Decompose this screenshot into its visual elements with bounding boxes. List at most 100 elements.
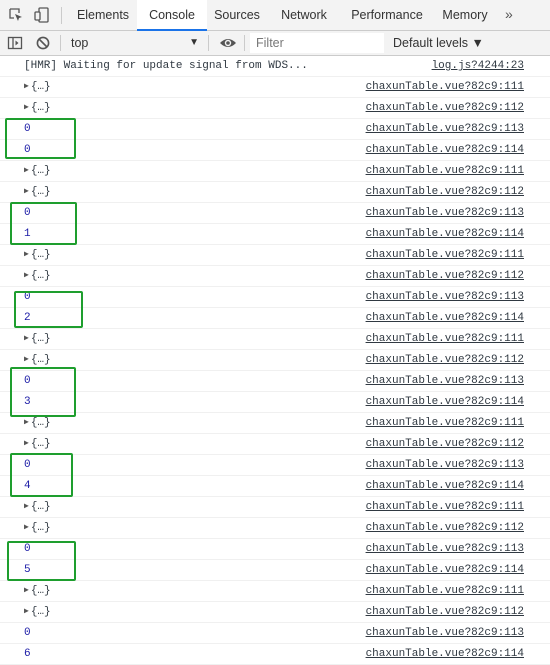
device-toolbar-icon[interactable] — [34, 7, 50, 23]
expand-triangle-icon[interactable]: ▶ — [24, 354, 29, 364]
tab-sources[interactable]: Sources — [208, 0, 266, 30]
source-link[interactable]: chaxunTable.vue?82c9:113 — [366, 291, 524, 303]
tab-network[interactable]: Network — [273, 0, 335, 30]
source-link[interactable]: chaxunTable.vue?82c9:111 — [366, 165, 524, 177]
source-link[interactable]: chaxunTable.vue?82c9:112 — [366, 606, 524, 618]
source-link[interactable]: chaxunTable.vue?82c9:112 — [366, 270, 524, 282]
tab-performance[interactable]: Performance — [343, 0, 431, 30]
source-link[interactable]: chaxunTable.vue?82c9:114 — [366, 480, 524, 492]
console-row: ▶ {…} chaxunTable.vue?82c9:111 — [0, 497, 550, 518]
console-object-preview[interactable]: {…} — [31, 417, 51, 429]
filter-input[interactable] — [250, 33, 384, 53]
console-message-wrap: ▶ {…} — [24, 165, 51, 177]
console-row: 4 chaxunTable.vue?82c9:114 — [0, 476, 550, 497]
tab-elements[interactable]: Elements — [70, 0, 136, 30]
console-object-preview[interactable]: {…} — [31, 102, 51, 114]
console-row: 0 chaxunTable.vue?82c9:113 — [0, 455, 550, 476]
expand-triangle-icon[interactable]: ▶ — [24, 438, 29, 448]
tab-console[interactable]: Console — [137, 0, 207, 31]
log-levels-dropdown[interactable]: Default levels ▼ — [393, 31, 484, 55]
console-object-preview[interactable]: {…} — [31, 438, 51, 450]
expand-triangle-icon[interactable]: ▶ — [24, 606, 29, 616]
highlight-box — [7, 541, 76, 581]
expand-triangle-icon[interactable]: ▶ — [24, 417, 29, 427]
source-link[interactable]: chaxunTable.vue?82c9:113 — [366, 543, 524, 555]
console-message-wrap: ▶ {…} — [24, 333, 51, 345]
expand-triangle-icon[interactable]: ▶ — [24, 249, 29, 259]
source-link[interactable]: chaxunTable.vue?82c9:111 — [366, 333, 524, 345]
console-message-wrap: ▶ {…} — [24, 249, 51, 261]
console-row: 6 chaxunTable.vue?82c9:114 — [0, 644, 550, 665]
source-link[interactable]: chaxunTable.vue?82c9:114 — [366, 144, 524, 156]
highlight-box — [10, 453, 73, 497]
console-row: ▶ {…} chaxunTable.vue?82c9:112 — [0, 518, 550, 539]
console-row: ▶ {…} chaxunTable.vue?82c9:111 — [0, 329, 550, 350]
console-object-preview[interactable]: {…} — [31, 354, 51, 366]
expand-triangle-icon[interactable]: ▶ — [24, 585, 29, 595]
chevron-down-icon: ▼ — [189, 37, 199, 48]
console-object-preview[interactable]: {…} — [31, 606, 51, 618]
inspect-element-icon[interactable] — [8, 7, 24, 23]
source-link[interactable]: chaxunTable.vue?82c9:114 — [366, 564, 524, 576]
more-tabs-button[interactable]: » — [505, 6, 513, 22]
source-link[interactable]: chaxunTable.vue?82c9:112 — [366, 354, 524, 366]
console-object-preview[interactable]: {…} — [31, 333, 51, 345]
toolbar-divider — [60, 35, 61, 51]
console-message-wrap: ▶ {…} — [24, 606, 51, 618]
source-link[interactable]: chaxunTable.vue?82c9:111 — [366, 417, 524, 429]
highlight-box — [14, 291, 83, 328]
console-object-preview[interactable]: {…} — [31, 585, 51, 597]
source-link[interactable]: chaxunTable.vue?82c9:113 — [366, 459, 524, 471]
source-link[interactable]: chaxunTable.vue?82c9:111 — [366, 81, 524, 93]
console-message-wrap: ▶ {…} — [24, 438, 51, 450]
expand-triangle-icon[interactable]: ▶ — [24, 270, 29, 280]
source-link[interactable]: chaxunTable.vue?82c9:111 — [366, 585, 524, 597]
highlight-box — [10, 202, 77, 245]
console-object-preview[interactable]: {…} — [31, 522, 51, 534]
expand-triangle-icon[interactable]: ▶ — [24, 102, 29, 112]
source-link[interactable]: chaxunTable.vue?82c9:114 — [366, 396, 524, 408]
console-row: ▶ {…} chaxunTable.vue?82c9:112 — [0, 98, 550, 119]
source-link[interactable]: log.js?4244:23 — [432, 60, 524, 72]
context-selector-value: top — [71, 36, 89, 50]
console-object-preview[interactable]: {…} — [31, 501, 51, 513]
source-link[interactable]: chaxunTable.vue?82c9:113 — [366, 375, 524, 387]
source-link[interactable]: chaxunTable.vue?82c9:114 — [366, 312, 524, 324]
tab-memory[interactable]: Memory — [437, 0, 493, 30]
source-link[interactable]: chaxunTable.vue?82c9:113 — [366, 627, 524, 639]
console-message-wrap: 6 — [24, 648, 31, 660]
highlight-box — [10, 367, 76, 417]
source-link[interactable]: chaxunTable.vue?82c9:114 — [366, 648, 524, 660]
console-row: ▶ {…} chaxunTable.vue?82c9:111 — [0, 581, 550, 602]
expand-triangle-icon[interactable]: ▶ — [24, 165, 29, 175]
console-row: 0 chaxunTable.vue?82c9:113 — [0, 371, 550, 392]
console-object-preview[interactable]: {…} — [31, 186, 51, 198]
source-link[interactable]: chaxunTable.vue?82c9:111 — [366, 501, 524, 513]
source-link[interactable]: chaxunTable.vue?82c9:113 — [366, 207, 524, 219]
eye-icon[interactable] — [219, 35, 236, 51]
clear-console-icon[interactable] — [35, 35, 51, 51]
context-selector[interactable]: top ▼ — [63, 31, 205, 55]
expand-triangle-icon[interactable]: ▶ — [24, 333, 29, 343]
expand-triangle-icon[interactable]: ▶ — [24, 186, 29, 196]
console-message: 0 — [24, 627, 31, 639]
source-link[interactable]: chaxunTable.vue?82c9:112 — [366, 522, 524, 534]
console-object-preview[interactable]: {…} — [31, 165, 51, 177]
source-link[interactable]: chaxunTable.vue?82c9:111 — [366, 249, 524, 261]
console-object-preview[interactable]: {…} — [31, 249, 51, 261]
source-link[interactable]: chaxunTable.vue?82c9:113 — [366, 123, 524, 135]
source-link[interactable]: chaxunTable.vue?82c9:112 — [366, 186, 524, 198]
source-link[interactable]: chaxunTable.vue?82c9:112 — [366, 102, 524, 114]
sidebar-toggle-icon[interactable] — [7, 35, 23, 51]
expand-triangle-icon[interactable]: ▶ — [24, 522, 29, 532]
console-row: ▶ {…} chaxunTable.vue?82c9:112 — [0, 350, 550, 371]
expand-triangle-icon[interactable]: ▶ — [24, 501, 29, 511]
source-link[interactable]: chaxunTable.vue?82c9:114 — [366, 228, 524, 240]
console-message-wrap: ▶ {…} — [24, 501, 51, 513]
console-message-wrap: ▶ {…} — [24, 102, 51, 114]
expand-triangle-icon[interactable]: ▶ — [24, 81, 29, 91]
source-link[interactable]: chaxunTable.vue?82c9:112 — [366, 438, 524, 450]
console-object-preview[interactable]: {…} — [31, 270, 51, 282]
console-object-preview[interactable]: {…} — [31, 81, 51, 93]
toolbar-divider — [61, 7, 62, 24]
